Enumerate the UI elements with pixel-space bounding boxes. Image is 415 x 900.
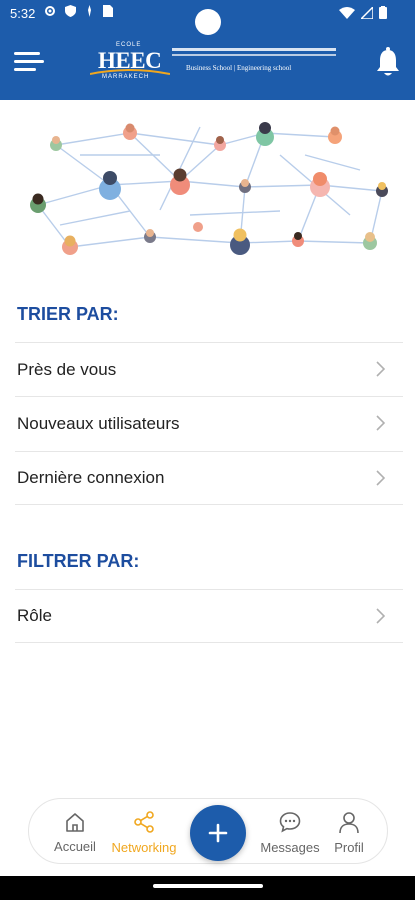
logo-arabic-text	[172, 48, 336, 51]
sort-last-login-row[interactable]: Dernière connexion	[15, 451, 403, 505]
nav-profil[interactable]: Profil	[325, 799, 373, 865]
chat-bubble-icon	[279, 811, 301, 833]
filter-section-title: FILTRER PAR:	[17, 551, 140, 571]
sort-nearby-row[interactable]: Près de vous	[15, 342, 403, 396]
filter-role-row[interactable]: Rôle	[15, 589, 403, 643]
notifications-button[interactable]	[375, 47, 401, 77]
menu-button[interactable]	[14, 52, 44, 74]
menu-icon-line	[14, 68, 36, 71]
sort-new-users-row[interactable]: Nouveaux utilisateurs	[15, 396, 403, 450]
heec-logo: ECOLE HEEC MARRAKECH Business School | E…	[86, 40, 338, 82]
status-notification-icons	[44, 5, 113, 17]
chevron-right-icon	[376, 608, 385, 624]
status-system-icons	[339, 6, 387, 19]
nav-label: Networking	[111, 839, 177, 855]
logo-schools: Business School | Engineering school	[186, 64, 292, 72]
sort-section-title: TRIER PAR:	[17, 304, 119, 324]
status-time: 5:32	[10, 6, 36, 21]
app-header: 5:32 ECOLE HEEC MARRAKECH Business Schoo…	[0, 0, 415, 100]
nav-label: Accueil	[54, 838, 96, 854]
sim-status-icon	[103, 5, 113, 17]
nav-networking[interactable]: Networking	[107, 799, 181, 865]
nav-accueil[interactable]: Accueil	[43, 799, 107, 865]
wifi-icon	[339, 6, 355, 19]
status-bar: 5:32	[0, 0, 415, 35]
add-button[interactable]	[190, 805, 246, 861]
nav-label: Messages	[260, 839, 320, 855]
person-icon	[339, 811, 359, 833]
chevron-right-icon	[376, 470, 385, 486]
chevron-right-icon	[376, 415, 385, 431]
share-icon	[134, 810, 154, 833]
logo-arabic-text	[172, 54, 336, 56]
home-gesture-handle[interactable]	[153, 884, 263, 888]
bell-icon	[377, 47, 399, 76]
row-label: Rôle	[17, 606, 52, 625]
battery-icon	[379, 6, 387, 19]
logo-city: MARRAKECH	[102, 74, 150, 80]
nav-label: Profil	[334, 839, 364, 855]
menu-icon	[14, 52, 40, 55]
row-label: Nouveaux utilisateurs	[17, 413, 180, 433]
camera-cutout	[195, 9, 221, 35]
settings-status-icon	[45, 6, 55, 16]
signal-icon	[361, 6, 373, 19]
menu-icon-line	[14, 60, 44, 63]
location-status-icon	[88, 5, 91, 17]
row-label: Dernière connexion	[17, 468, 165, 487]
networking-illustration	[30, 122, 388, 255]
home-icon	[66, 812, 84, 832]
row-label: Près de vous	[17, 359, 117, 379]
system-gesture-bar	[0, 876, 415, 900]
nav-messages[interactable]: Messages	[255, 799, 325, 865]
avatar-group	[30, 122, 388, 255]
shield-status-icon	[65, 5, 76, 17]
plus-icon	[208, 823, 228, 843]
chevron-right-icon	[376, 361, 385, 377]
